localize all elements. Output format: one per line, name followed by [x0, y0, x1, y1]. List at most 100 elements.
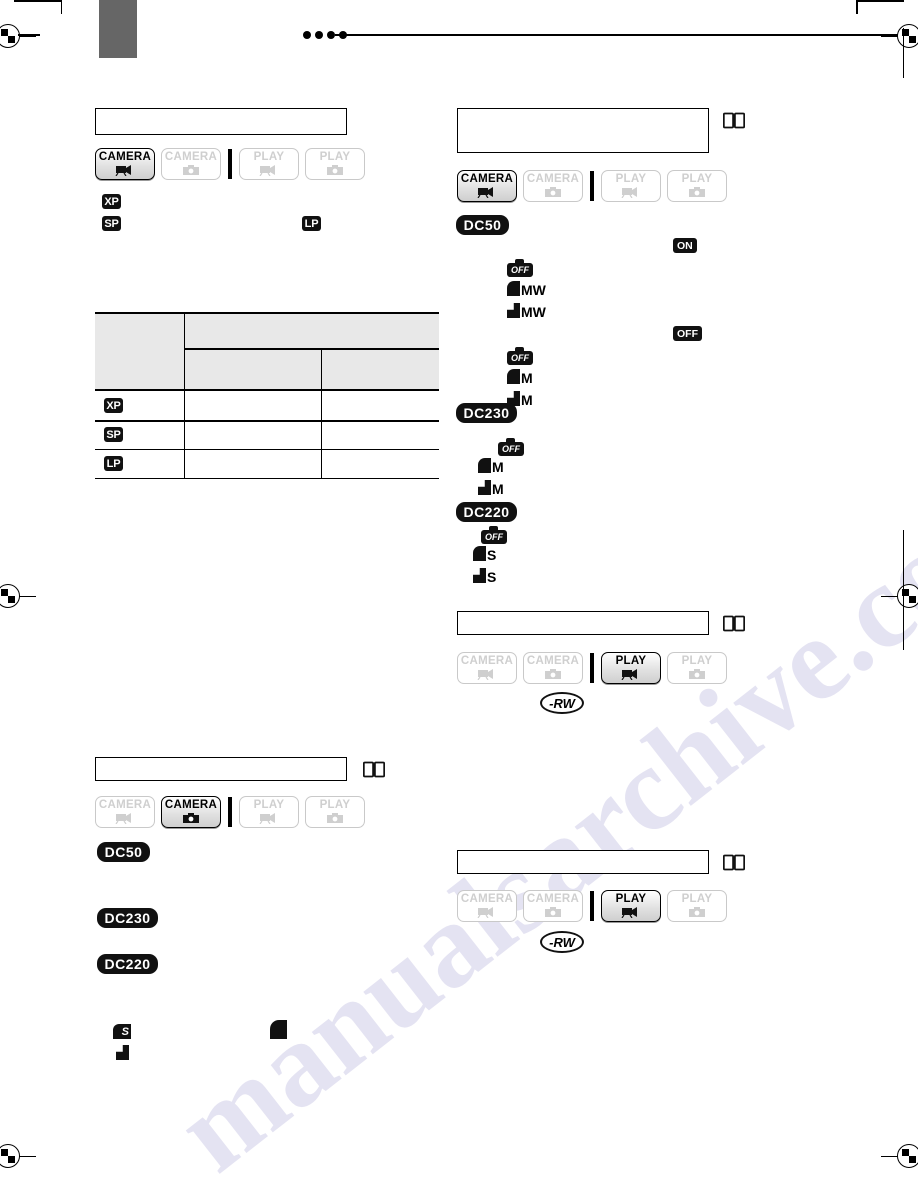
disc-badge-rw: -RW	[540, 931, 584, 953]
table-header-fill	[95, 313, 439, 389]
mode-button-label: CAMERA	[98, 151, 152, 163]
mode-button-label: PLAY	[253, 151, 285, 163]
table-rule	[185, 348, 439, 351]
mode-button-label: CAMERA	[460, 655, 514, 667]
mode-button-camera-photo[interactable]: CAMERA	[523, 652, 583, 684]
mode-button-label: CAMERA	[526, 655, 580, 667]
mode-button-play-video[interactable]: PLAY	[239, 796, 299, 828]
quality-size-label: MW	[521, 304, 546, 320]
quality-size-label: MW	[521, 282, 546, 298]
quality-wedge-fine	[270, 1020, 287, 1039]
mode-button-camera-video[interactable]: CAMERA	[457, 890, 517, 922]
quality-icon-off: OFF	[507, 347, 533, 365]
still-camera-icon	[326, 164, 344, 176]
mode-button-label: PLAY	[681, 173, 713, 185]
mode-button-play-photo[interactable]: PLAY	[667, 652, 727, 684]
table-rule	[95, 449, 439, 451]
camcorder-icon	[115, 812, 135, 824]
camcorder-icon	[259, 812, 279, 824]
camcorder-icon	[621, 186, 641, 198]
model-badge-dc230: DC230	[97, 908, 158, 928]
quality-wedge-fine	[507, 369, 520, 384]
model-badge-dc220: DC220	[456, 502, 517, 522]
camcorder-icon	[621, 668, 641, 680]
mode-button-label: CAMERA	[460, 173, 514, 185]
mode-button-label: CAMERA	[164, 799, 218, 811]
rec-mode-badge-xp: XP	[102, 194, 121, 209]
mode-separator	[590, 653, 594, 683]
section-4-mode-bar: CAMERA CAMERA PLAY PLAY	[95, 796, 371, 828]
section-2-mode-bar: CAMERA CAMERA PLAY PLAY	[457, 170, 733, 202]
still-camera-icon	[544, 668, 562, 680]
quality-icon-normal	[116, 1045, 129, 1060]
registration-mark-right-middle	[881, 582, 918, 610]
mode-button-camera-video[interactable]: CAMERA	[95, 796, 155, 828]
mode-button-play-photo[interactable]: PLAY	[667, 890, 727, 922]
mode-button-camera-photo[interactable]: CAMERA	[161, 796, 221, 828]
table-row-badge-sp: SP	[104, 427, 123, 442]
mode-button-label: PLAY	[681, 655, 713, 667]
mode-button-camera-video[interactable]: CAMERA	[457, 170, 517, 202]
still-camera-icon	[182, 812, 200, 824]
mode-separator	[228, 149, 232, 179]
registration-mark-right-bottom	[881, 1142, 918, 1170]
open-book-icon	[722, 854, 746, 871]
state-badge-off: OFF	[673, 326, 702, 341]
table-rule	[95, 389, 439, 392]
registration-mark-left-bottom	[0, 1142, 36, 1170]
camcorder-icon	[477, 906, 497, 918]
open-book-icon	[722, 112, 746, 129]
registration-mark-left-middle	[0, 582, 36, 610]
mode-button-play-video[interactable]: PLAY	[239, 148, 299, 180]
still-camera-icon	[544, 906, 562, 918]
table-rule	[95, 312, 439, 315]
header-dot	[315, 31, 323, 39]
open-book-icon	[722, 615, 746, 632]
mode-button-camera-photo[interactable]: CAMERA	[523, 890, 583, 922]
camcorder-icon	[115, 164, 135, 176]
disc-badge-rw: -RW	[540, 692, 584, 714]
mode-button-label: PLAY	[681, 893, 713, 905]
quality-icon-fine-mw: MW	[507, 281, 546, 298]
mode-button-label: CAMERA	[98, 799, 152, 811]
model-badge-dc50: DC50	[456, 215, 509, 235]
mode-button-label: PLAY	[319, 799, 351, 811]
quality-icon-normal-m: M	[478, 480, 504, 496]
still-camera-icon	[544, 186, 562, 198]
quality-wedge-normal	[507, 303, 520, 318]
quality-icon-fine-s: S	[473, 546, 497, 563]
section-5-mode-bar: CAMERA CAMERA PLAY PLAY	[457, 890, 733, 922]
camcorder-icon	[621, 906, 641, 918]
section-3-mode-bar: CAMERA CAMERA PLAY PLAY	[457, 652, 733, 684]
mode-button-play-video[interactable]: PLAY	[601, 170, 661, 202]
mode-button-camera-photo[interactable]: CAMERA	[161, 148, 221, 180]
rec-mode-badge-lp: LP	[302, 216, 321, 231]
quality-icon-superfine-s: S	[113, 1024, 131, 1039]
state-badge-on: ON	[673, 238, 697, 253]
mode-button-camera-photo[interactable]: CAMERA	[523, 170, 583, 202]
mode-button-play-video[interactable]: PLAY	[601, 890, 661, 922]
mode-button-camera-video[interactable]: CAMERA	[457, 652, 517, 684]
mode-button-play-video[interactable]: PLAY	[601, 652, 661, 684]
registration-mark-left-top	[0, 22, 36, 50]
table-rule	[95, 478, 439, 480]
header-rule	[335, 34, 898, 36]
mode-button-label: CAMERA	[164, 151, 218, 163]
still-camera-icon	[688, 668, 706, 680]
off-badge-label: OFF	[502, 444, 520, 454]
mode-button-play-photo[interactable]: PLAY	[667, 170, 727, 202]
still-camera-icon	[326, 812, 344, 824]
mode-button-play-photo[interactable]: PLAY	[305, 796, 365, 828]
header-dot	[303, 31, 311, 39]
page-tab-marker	[99, 0, 137, 58]
mode-button-camera-video[interactable]: CAMERA	[95, 148, 155, 180]
mode-button-play-photo[interactable]: PLAY	[305, 148, 365, 180]
table-rule	[95, 420, 439, 423]
section-2-title-box	[457, 108, 709, 153]
quality-icon-off: OFF	[507, 259, 533, 277]
mode-separator	[590, 891, 594, 921]
quality-size-label: S	[487, 569, 497, 585]
quality-wedge-normal	[116, 1045, 129, 1060]
quality-size-label: S	[487, 547, 497, 563]
camcorder-icon	[477, 186, 497, 198]
